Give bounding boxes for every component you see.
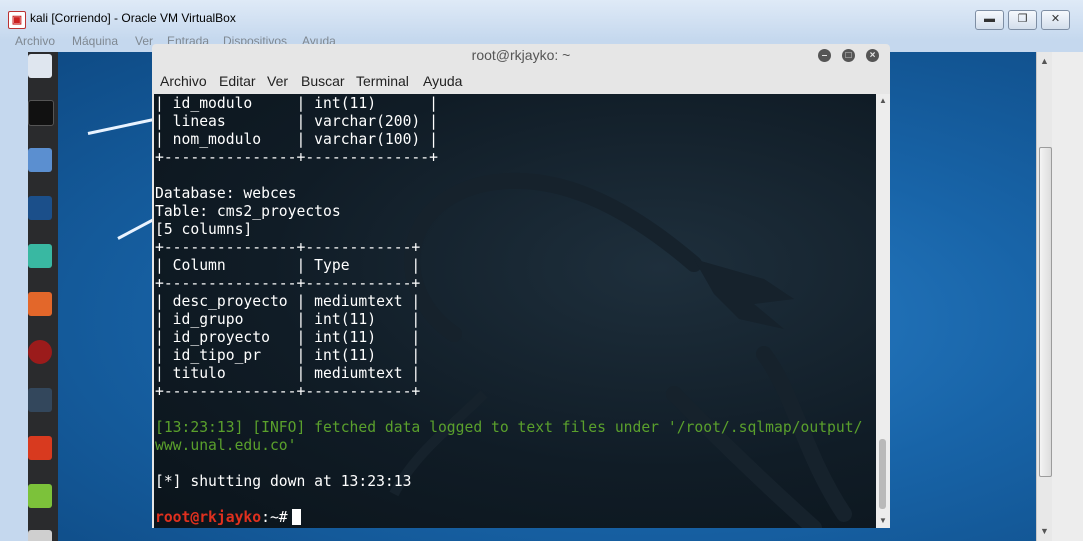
terminal-scrollbar[interactable]: ▲ ▼ [876, 94, 890, 528]
scroll-up-arrow-icon[interactable]: ▲ [1040, 56, 1049, 66]
metasploit-icon[interactable] [28, 196, 52, 220]
faraday-icon[interactable] [28, 436, 52, 460]
terminal-titlebar[interactable]: root@rkjayko: ~ – □ × [152, 44, 890, 70]
terminal-text: | id_modulo | int(11) | | lineas | varcha… [155, 95, 862, 527]
terminal-icon[interactable] [28, 100, 54, 126]
text-cursor [291, 509, 301, 525]
menu-archivo[interactable]: Archivo [15, 34, 55, 48]
minimize-button[interactable]: ▬ [975, 10, 1004, 30]
terminal-line: +---------------+------------+ [155, 275, 421, 292]
terminal-line: | titulo | mediumtext | [155, 365, 421, 382]
prompt-path: :~# [261, 509, 288, 526]
terminal-line: +---------------+--------------+ [155, 149, 438, 166]
vbox-vertical-scrollbar[interactable]: ▲ ▼ [1036, 52, 1053, 541]
virtualbox-window: ▣ kali [Corriendo] - Oracle VM VirtualBo… [0, 0, 1083, 541]
menu-ver[interactable]: Ver [135, 34, 153, 48]
terminal-line: [5 columns] [155, 221, 253, 238]
terminal-menu-editar[interactable]: Editar [219, 73, 256, 89]
files-icon[interactable] [28, 148, 52, 172]
terminal-line: | id_tipo_pr | int(11) | [155, 347, 421, 364]
terminal-scroll-down-icon[interactable]: ▼ [879, 516, 887, 525]
terminal-menu-archivo[interactable]: Archivo [160, 73, 207, 89]
terminal-menu-ver[interactable]: Ver [267, 73, 288, 89]
window-title: kali [Corriendo] - Oracle VM VirtualBox [30, 11, 236, 25]
scroll-down-arrow-icon[interactable]: ▼ [1040, 526, 1049, 536]
terminal-menubar: Archivo Editar Ver Buscar Terminal Ayuda [152, 70, 890, 94]
terminal-title: root@rkjayko: ~ [471, 47, 571, 63]
terminal-menu-ayuda[interactable]: Ayuda [423, 73, 462, 89]
maximize-button[interactable]: ❐ [1008, 10, 1037, 30]
kali-menu-icon[interactable] [28, 54, 52, 78]
terminal-close-icon[interactable]: × [866, 49, 879, 62]
terminal-line: www.unal.edu.co' [155, 437, 297, 454]
terminal-line: | lineas | varchar(200) | [155, 113, 438, 130]
terminal-line: [*] shutting down at 13:23:13 [155, 473, 412, 490]
window-frame-right [1052, 52, 1083, 541]
terminal-menu-terminal[interactable]: Terminal [356, 73, 409, 89]
leafpad-icon[interactable] [28, 484, 52, 508]
terminal-line: +---------------+------------+ [155, 239, 421, 256]
terminal-line: Table: cms2_proyectos [155, 203, 341, 220]
terminal-line: | id_modulo | int(11) | [155, 95, 438, 112]
scrollbar-thumb[interactable] [1039, 147, 1052, 477]
terminal-output[interactable]: | id_modulo | int(11) | | lineas | varcha… [154, 94, 876, 528]
terminal-window: root@rkjayko: ~ – □ × Archivo Editar Ver… [152, 44, 890, 528]
prompt-user: root@rkjayko [155, 509, 262, 526]
terminal-maximize-icon[interactable]: □ [842, 49, 855, 62]
terminal-prompt-line[interactable]: root@rkjayko:~# [155, 509, 862, 527]
terminal-line: | id_proyecto | int(11) | [155, 329, 421, 346]
terminal-line: +---------------+------------+ [155, 383, 421, 400]
apps-icon[interactable] [28, 530, 52, 541]
window-titlebar[interactable]: ▣ kali [Corriendo] - Oracle VM VirtualBo… [0, 0, 1083, 34]
terminal-line: Database: webces [155, 185, 297, 202]
burpsuite-icon[interactable] [28, 292, 52, 316]
virtualbox-app-icon: ▣ [8, 11, 26, 29]
terminal-scroll-up-icon[interactable]: ▲ [879, 96, 887, 105]
menu-maquina[interactable]: Máquina [72, 34, 118, 48]
terminal-line: | nom_modulo | varchar(100) | [155, 131, 438, 148]
close-button[interactable]: ✕ [1041, 10, 1070, 30]
armitage-icon[interactable] [28, 244, 52, 268]
terminal-line: | desc_proyecto | mediumtext | [155, 293, 421, 310]
terminal-menu-buscar[interactable]: Buscar [301, 73, 345, 89]
maltego-icon[interactable] [28, 340, 52, 364]
beef-icon[interactable] [28, 388, 52, 412]
terminal-line: [13:23:13] [INFO] fetched data logged to… [155, 419, 863, 436]
terminal-scroll-thumb[interactable] [879, 439, 886, 509]
terminal-line: | id_grupo | int(11) | [155, 311, 421, 328]
terminal-line: | Column | Type | [155, 257, 421, 274]
dock [28, 52, 58, 541]
terminal-minimize-icon[interactable]: – [818, 49, 831, 62]
